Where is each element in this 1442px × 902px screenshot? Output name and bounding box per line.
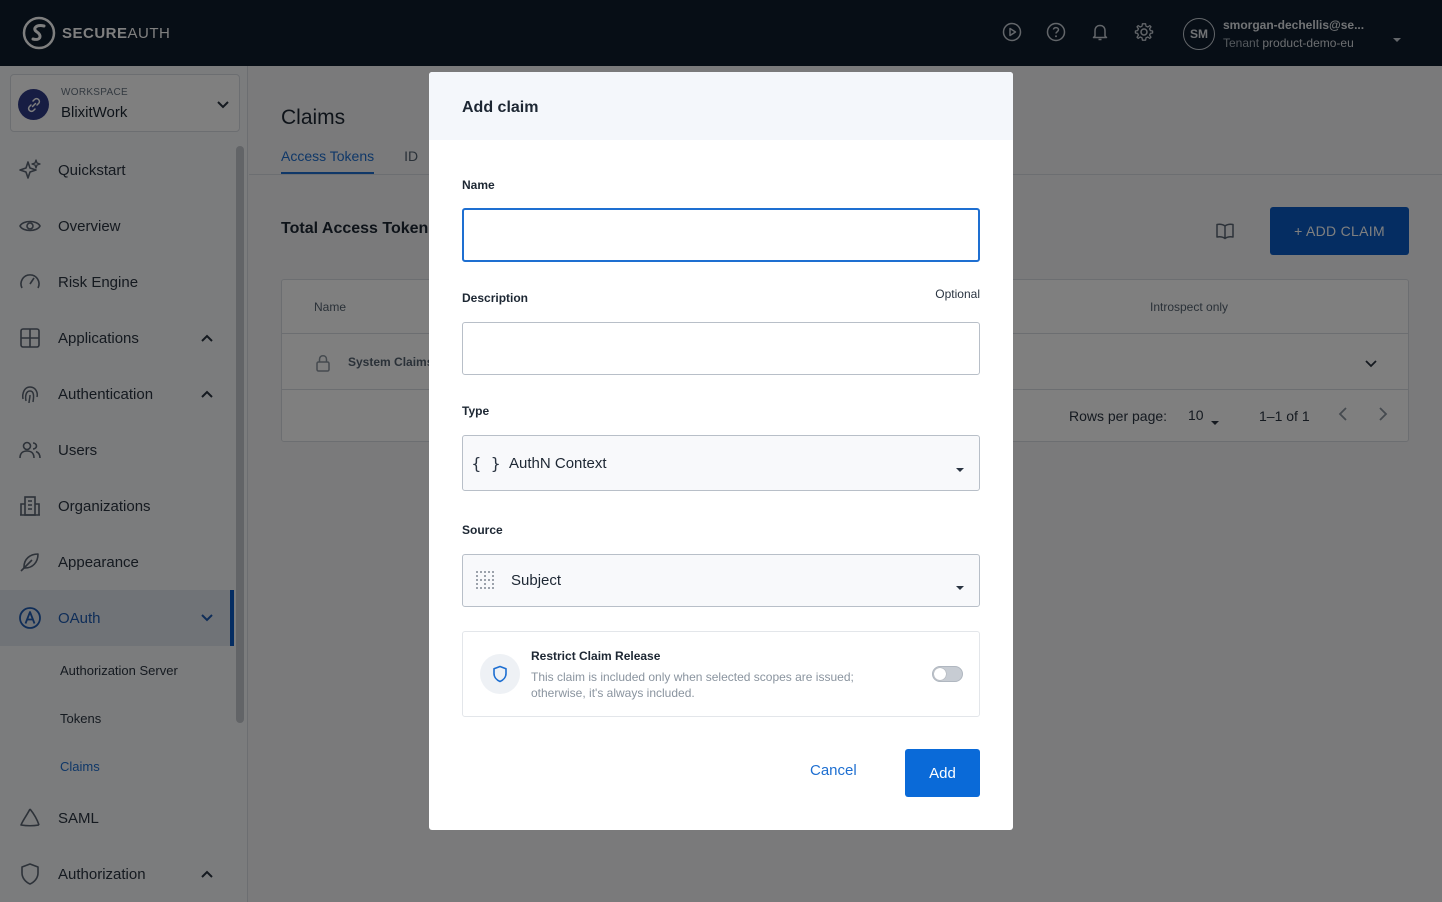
dialog-header: Add claim <box>429 72 1013 140</box>
caret-down-icon <box>955 578 965 596</box>
caret-down-icon <box>955 460 965 478</box>
source-label: Source <box>462 523 503 537</box>
toggle-knob <box>934 668 946 680</box>
type-select[interactable]: { } AuthN Context <box>462 435 980 491</box>
source-select[interactable]: Subject <box>462 554 980 607</box>
description-label: Description <box>462 291 529 305</box>
dialog-title: Add claim <box>462 99 539 116</box>
restrict-claim-release-card: Restrict Claim Release This claim is inc… <box>462 631 980 717</box>
cancel-button[interactable]: Cancel <box>810 762 857 779</box>
restrict-claim-description: This claim is included only when selecte… <box>531 670 854 700</box>
type-label: Type <box>462 404 490 418</box>
dotted-grid-icon <box>463 555 509 606</box>
name-input[interactable] <box>462 208 980 262</box>
braces-icon: { } <box>471 453 501 473</box>
description-input[interactable] <box>462 322 980 375</box>
shield-icon <box>480 654 520 694</box>
source-select-value: Subject <box>511 572 562 589</box>
optional-label: Optional <box>935 287 980 301</box>
restrict-claim-title: Restrict Claim Release <box>531 649 661 663</box>
add-claim-dialog: Add claim Name Description Optional Type… <box>429 72 1013 830</box>
name-label: Name <box>462 178 495 192</box>
restrict-claim-toggle[interactable] <box>932 666 963 682</box>
add-button[interactable]: Add <box>905 749 980 797</box>
type-select-value: AuthN Context <box>509 455 607 472</box>
